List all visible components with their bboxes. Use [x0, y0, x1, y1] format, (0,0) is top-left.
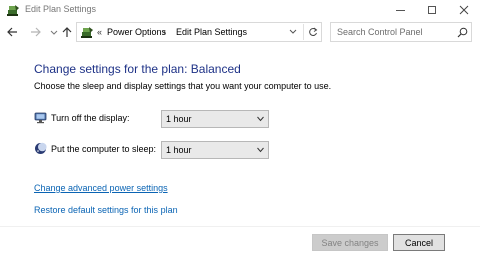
address-bar[interactable]: « Power Options › Edit Plan Settings	[76, 22, 322, 42]
sleep-moon-icon	[35, 142, 47, 154]
display-setting-label: Turn off the display:	[51, 113, 130, 123]
close-button[interactable]	[448, 0, 480, 20]
sleep-setting-label: Put the computer to sleep:	[51, 144, 157, 154]
breadcrumb-separator[interactable]: ›	[163, 27, 166, 37]
advanced-power-settings-link[interactable]: Change advanced power settings	[34, 183, 168, 193]
page-description: Choose the sleep and display settings th…	[34, 81, 332, 91]
minimize-button[interactable]	[384, 0, 416, 20]
search-input[interactable]: Search Control Panel	[337, 27, 423, 37]
breadcrumb-edit-plan-settings[interactable]: Edit Plan Settings	[176, 27, 247, 37]
window-title: Edit Plan Settings	[25, 4, 97, 14]
display-timeout-value: 1 hour	[166, 114, 192, 124]
title-bar: Edit Plan Settings	[0, 0, 480, 20]
breadcrumb-power-options[interactable]: Power Options	[107, 27, 166, 37]
power-options-icon	[81, 27, 93, 38]
sleep-timeout-select[interactable]: 1 hour	[161, 141, 269, 159]
refresh-icon	[308, 27, 317, 37]
forward-arrow-icon[interactable]	[30, 26, 42, 38]
restore-defaults-link[interactable]: Restore default settings for this plan	[34, 205, 178, 215]
up-arrow-icon[interactable]	[61, 26, 73, 38]
minimize-icon	[395, 9, 405, 11]
chevron-down-icon[interactable]	[289, 29, 297, 35]
page-title: Change settings for the plan: Balanced	[34, 62, 241, 76]
display-timeout-select[interactable]: 1 hour	[161, 110, 269, 128]
save-changes-button[interactable]: Save changes	[312, 234, 388, 251]
chevron-down-icon	[257, 147, 264, 153]
maximize-icon	[428, 6, 436, 14]
footer-divider	[0, 226, 480, 227]
back-arrow-icon[interactable]	[6, 26, 18, 38]
sleep-timeout-value: 1 hour	[166, 145, 192, 155]
cancel-button[interactable]: Cancel	[393, 234, 445, 251]
chevron-down-icon	[257, 116, 264, 122]
maximize-button[interactable]	[416, 0, 448, 20]
power-options-icon	[7, 5, 19, 16]
refresh-button[interactable]	[303, 24, 321, 40]
chevron-down-icon[interactable]	[50, 28, 58, 36]
breadcrumb-overflow[interactable]: «	[97, 27, 102, 37]
search-box[interactable]: Search Control Panel	[330, 22, 472, 42]
display-icon	[34, 112, 47, 124]
search-icon[interactable]	[457, 27, 468, 38]
close-icon	[459, 5, 469, 15]
